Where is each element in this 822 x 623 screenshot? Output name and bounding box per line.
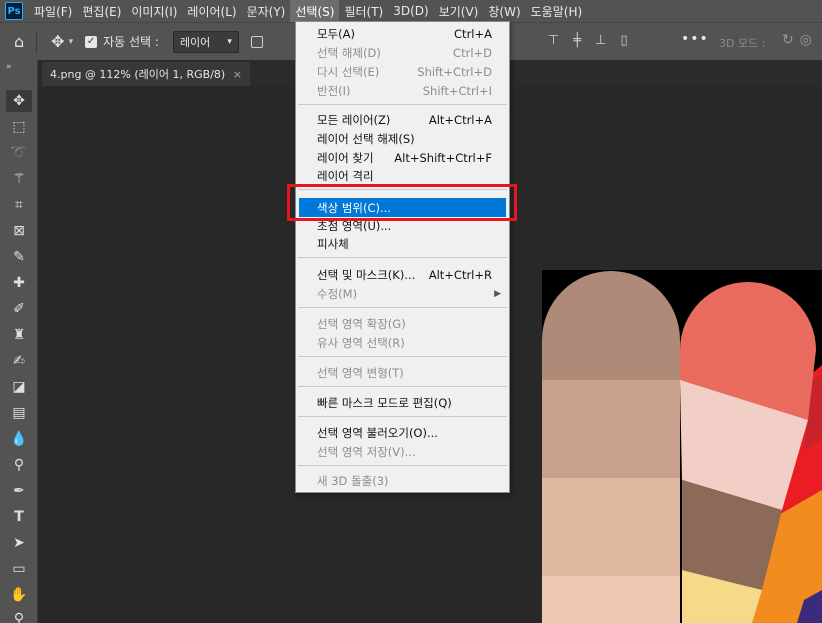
menu-select[interactable]: 선택(S) [290, 0, 340, 22]
menu-item-reselect[interactable]: 다시 선택(E) Shift+Ctrl+D [297, 62, 508, 81]
menu-edit[interactable]: 편집(E) [77, 0, 126, 22]
menu-filter[interactable]: 필터(T) [339, 0, 388, 22]
menu-item-transform-selection[interactable]: 선택 영역 변형(T) [297, 363, 508, 382]
divider [36, 30, 38, 53]
menu-item-save-selection[interactable]: 선택 영역 저장(V)... [297, 442, 508, 461]
magic-wand-tool-icon[interactable]: ⚚ [6, 168, 32, 190]
pen-tool-icon[interactable]: ✒ [6, 480, 32, 502]
roll-icon[interactable]: ◎ [800, 32, 812, 48]
menu-item-modify[interactable]: 수정(M) ▶ [297, 284, 508, 303]
auto-select-label: 자동 선택 : [103, 35, 159, 49]
close-icon[interactable]: × [233, 68, 242, 81]
menu-item-deselect[interactable]: 선택 해제(D) Ctrl+D [297, 43, 508, 62]
menu-type[interactable]: 문자(Y) [242, 0, 291, 22]
hand-tool-icon[interactable]: ✋ [6, 584, 32, 606]
photoshop-logo-icon: Ps [5, 2, 23, 20]
type-tool-icon[interactable]: T [6, 506, 32, 528]
dodge-tool-icon[interactable]: ⚲ [6, 454, 32, 476]
menu-separator [298, 257, 507, 258]
menu-item-load-selection[interactable]: 선택 영역 불러오기(O)... [297, 423, 508, 442]
select-menu-dropdown: 모두(A) Ctrl+A 선택 해제(D) Ctrl+D 다시 선택(E) Sh… [295, 21, 510, 493]
eyedropper-tool-icon[interactable]: ✎ [6, 246, 32, 268]
submenu-arrow-icon: ▶ [494, 288, 501, 299]
collapse-panel-icon[interactable]: » [6, 62, 12, 72]
menu-item-quick-mask[interactable]: 빠른 마스크 모드로 편집(Q) [297, 393, 508, 412]
menu-separator [298, 465, 507, 466]
distribute-icon[interactable]: ▯ [620, 33, 627, 48]
orbit-icon[interactable]: ↻ [782, 32, 794, 48]
menu-file[interactable]: 파일(F) [29, 0, 77, 22]
menu-item-find-layers[interactable]: 레이어 찾기 Alt+Shift+Ctrl+F [297, 148, 508, 167]
menu-item-select-all[interactable]: 모두(A) Ctrl+A [297, 24, 508, 43]
menu-separator [298, 356, 507, 357]
document-tab[interactable]: 4.png @ 112% (레이어 1, RGB/8) × [42, 62, 250, 86]
history-brush-tool-icon[interactable]: ✍ [6, 350, 32, 372]
marquee-tool-icon[interactable]: ⬚ [6, 116, 32, 138]
move-tool-icon[interactable]: ✥ [51, 32, 64, 51]
clone-stamp-tool-icon[interactable]: ♜ [6, 324, 32, 346]
tools-panel: » ✥ ⬚ ➰ ⚚ ⌗ ⊠ ✎ ✚ ✐ ♜ ✍ ◪ ▤ 💧 ⚲ ✒ T ➤ ▭ … [0, 60, 38, 623]
auto-select-value: 레이어 [179, 35, 211, 49]
align-buttons: ⊤ ╪ ⊥ ▯ [548, 33, 628, 48]
chevron-down-icon: ▾ [227, 36, 232, 47]
3d-mode-label: 3D 모드 : [719, 37, 766, 50]
align-top-icon[interactable]: ⊤ [548, 33, 559, 48]
menu-item-isolate-layers[interactable]: 레이어 격리 [297, 166, 508, 185]
menu-bar: Ps 파일(F) 편집(E) 이미지(I) 레이어(L) 문자(Y) 선택(S)… [0, 0, 822, 22]
menu-item-new-3d-extrusion[interactable]: 새 3D 돌출(3) [297, 471, 508, 490]
rectangle-tool-icon[interactable]: ▭ [6, 558, 32, 580]
brush-tool-icon[interactable]: ✐ [6, 298, 32, 320]
document-image[interactable] [542, 270, 822, 623]
auto-select-dropdown[interactable]: 레이어 ▾ [172, 30, 239, 53]
menu-item-inverse[interactable]: 반전(I) Shift+Ctrl+I [297, 81, 508, 100]
path-selection-tool-icon[interactable]: ➤ [6, 532, 32, 554]
menu-separator [298, 386, 507, 387]
menu-separator [298, 307, 507, 308]
menu-layer[interactable]: 레이어(L) [182, 0, 241, 22]
blur-tool-icon[interactable]: 💧 [6, 428, 32, 450]
menu-item-select-and-mask[interactable]: 선택 및 마스크(K)... Alt+Ctrl+R [297, 265, 508, 284]
more-options-icon[interactable]: ••• [681, 31, 709, 47]
healing-brush-tool-icon[interactable]: ✚ [6, 272, 32, 294]
menu-item-all-layers[interactable]: 모든 레이어(Z) Alt+Ctrl+A [297, 110, 508, 129]
auto-select-checkbox[interactable]: ✓ [85, 35, 98, 48]
lasso-tool-icon[interactable]: ➰ [6, 142, 32, 164]
highlight-annotation-box [287, 184, 517, 221]
menu-help[interactable]: 도움말(H) [526, 0, 588, 22]
menu-item-similar[interactable]: 유사 영역 선택(R) [297, 333, 508, 352]
gradient-tool-icon[interactable]: ▤ [6, 402, 32, 424]
align-middle-icon[interactable]: ╪ [573, 33, 581, 48]
menu-window[interactable]: 창(W) [483, 0, 525, 22]
color-swatch-fan-image [542, 271, 822, 623]
crop-tool-icon[interactable]: ⌗ [6, 194, 32, 216]
menu-separator [298, 416, 507, 417]
home-icon[interactable]: ⌂ [14, 32, 24, 51]
frame-tool-icon[interactable]: ⊠ [6, 220, 32, 242]
show-transform-checkbox[interactable] [250, 35, 263, 48]
menu-item-deselect-layers[interactable]: 레이어 선택 해제(S) [297, 129, 508, 148]
menu-image[interactable]: 이미지(I) [126, 0, 182, 22]
zoom-tool-icon[interactable]: ⚲ [6, 608, 32, 623]
menu-item-grow[interactable]: 선택 영역 확장(G) [297, 314, 508, 333]
3d-mode-icons: ↻ ◎ [782, 32, 812, 48]
menu-view[interactable]: 보기(V) [434, 0, 484, 22]
menu-separator [298, 104, 507, 105]
align-bottom-icon[interactable]: ⊥ [595, 33, 606, 48]
document-tab-title: 4.png @ 112% (레이어 1, RGB/8) [50, 68, 226, 81]
eraser-tool-icon[interactable]: ◪ [6, 376, 32, 398]
chevron-down-icon[interactable]: ▾ [69, 37, 74, 47]
menu-3d[interactable]: 3D(D) [388, 0, 433, 22]
menu-item-subject[interactable]: 피사체 [297, 234, 508, 253]
move-tool-icon[interactable]: ✥ [6, 90, 32, 112]
